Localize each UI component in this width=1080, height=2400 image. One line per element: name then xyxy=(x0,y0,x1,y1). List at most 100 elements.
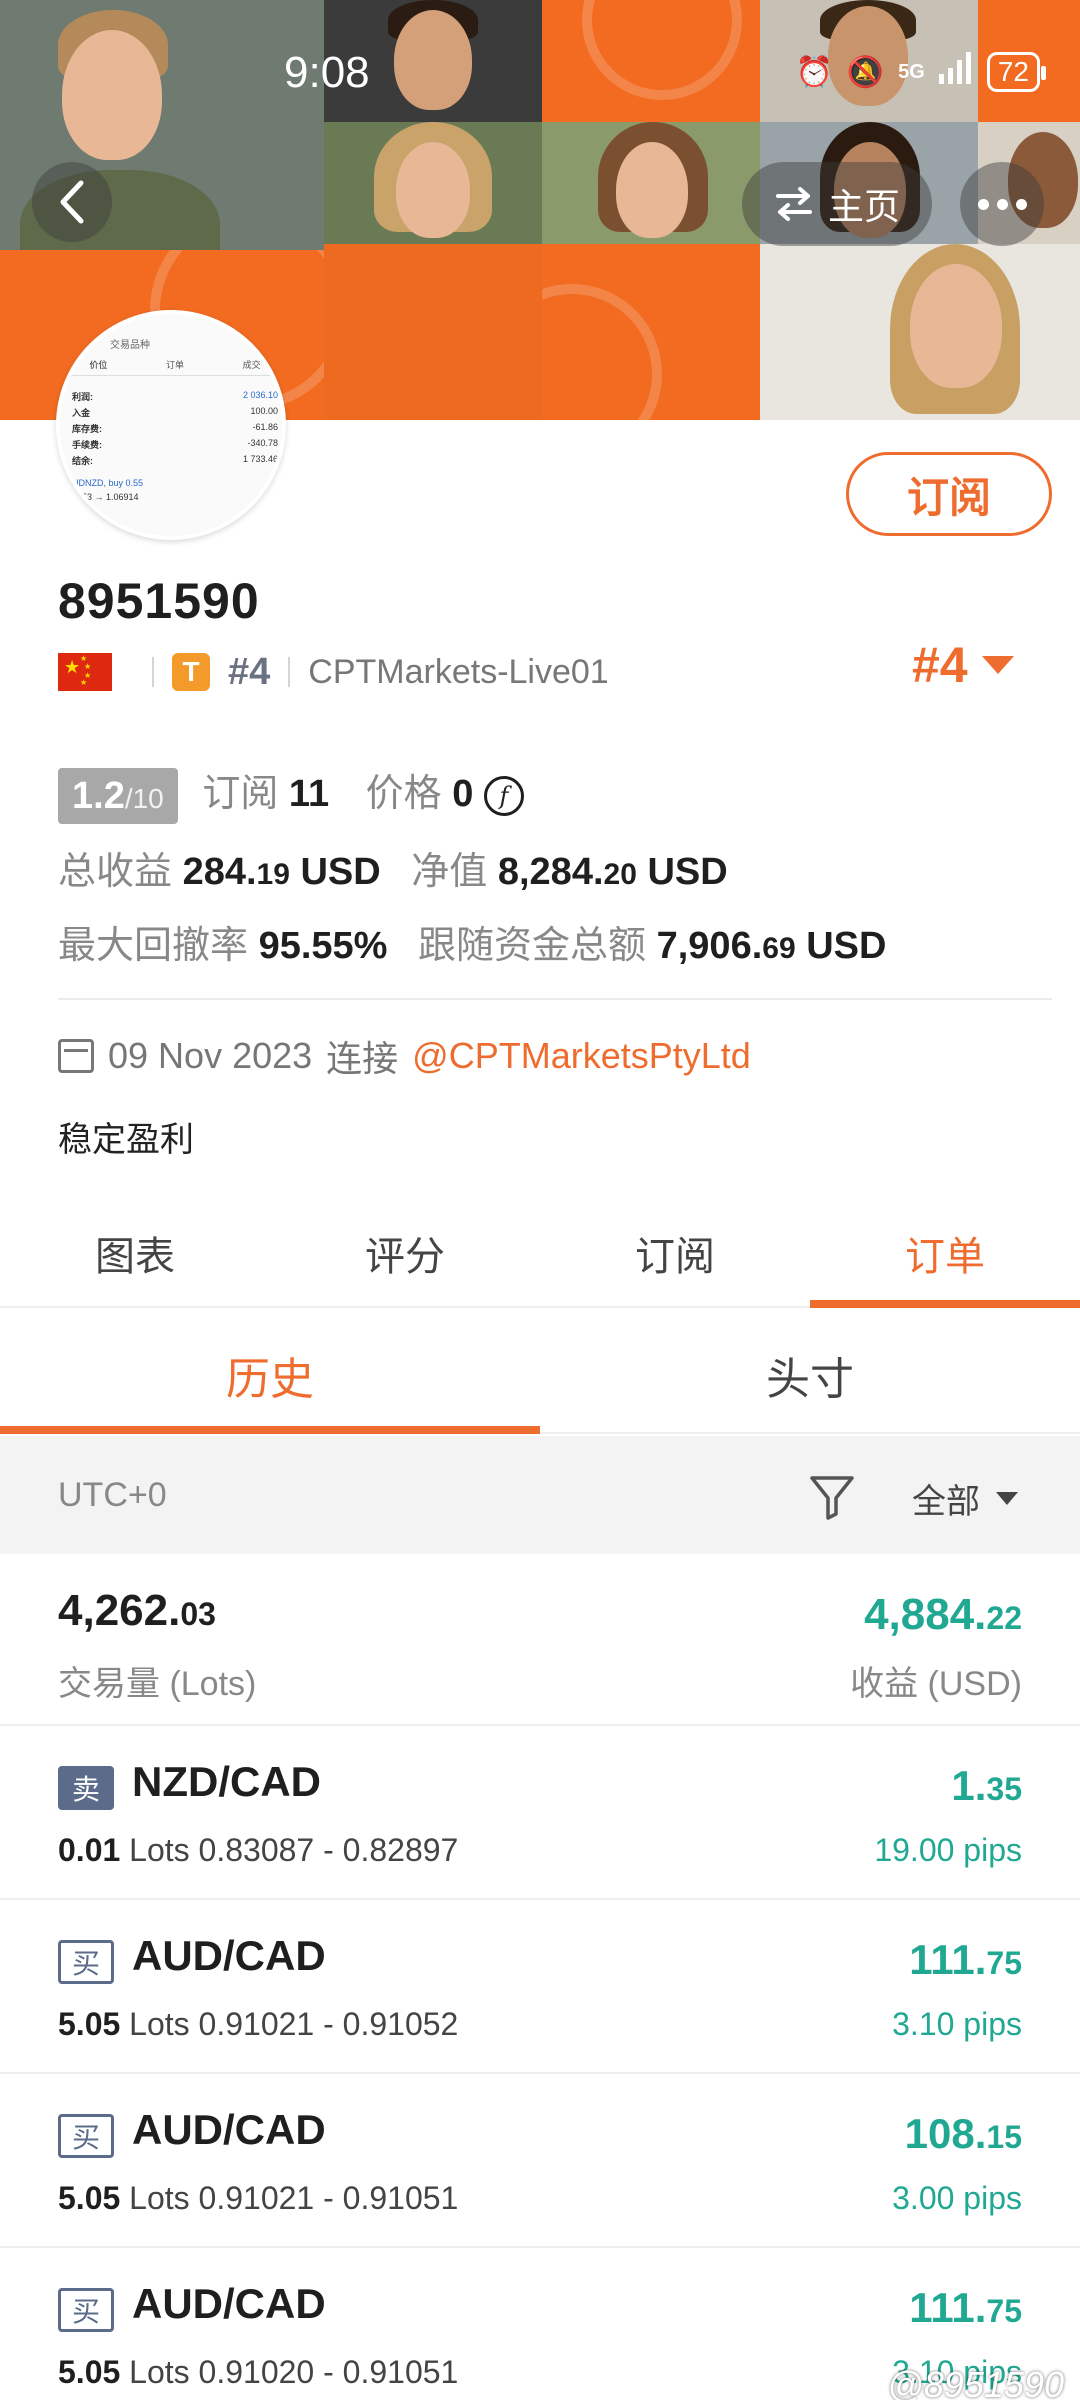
order-unit: Lots xyxy=(129,2006,190,2042)
order-row[interactable]: 买 AUD/CAD 5.05 Lots 0.91021 - 0.91051 10… xyxy=(0,2076,1080,2248)
buy-badge: 买 xyxy=(58,2114,114,2158)
avatar-trade-sub: 6553 → 1.06914 xyxy=(72,492,139,502)
more-options-button[interactable] xyxy=(960,162,1044,246)
china-flag-icon: ★ ★ ★ ★ ★ xyxy=(58,653,112,691)
order-detail: 5.05 Lots 0.91020 - 0.91051 xyxy=(58,2354,458,2391)
home-label: 主页 xyxy=(827,186,900,227)
filter-select-value: 全部 xyxy=(912,1483,980,1521)
banner-pattern xyxy=(542,244,760,420)
tab-orders[interactable]: 订单 xyxy=(810,1200,1080,1308)
avatar-row-label: 入金 xyxy=(72,408,91,418)
order-unit: Lots xyxy=(129,2180,190,2216)
order-profit-int: 108. xyxy=(904,2110,987,2157)
total-profit: 4,884.22 xyxy=(864,1590,1022,1640)
filter-bar: UTC+0 全部 xyxy=(0,1436,1080,1554)
buy-badge: 买 xyxy=(58,2288,114,2332)
rank-badge: #4 xyxy=(228,650,271,693)
caret-down-icon xyxy=(996,1492,1018,1505)
total-volume: 4,262.03 xyxy=(58,1586,216,1636)
banner-photo xyxy=(760,244,1080,420)
order-unit: Lots xyxy=(129,2354,190,2390)
banner-photo xyxy=(542,122,760,244)
avatar-screenshot: 交易品种 价位 订单 成交 利润: 2 036.10 入金 100.00 库存费: -… xyxy=(60,314,282,536)
tab-subscription[interactable]: 订阅 xyxy=(540,1200,810,1306)
subtab-history[interactable]: 历史 xyxy=(0,1318,540,1434)
tab-rating[interactable]: 评分 xyxy=(270,1200,540,1306)
order-lots: 5.05 xyxy=(58,2180,121,2216)
meta-separator xyxy=(288,657,291,687)
score-total: /10 xyxy=(124,782,164,814)
rank-dropdown[interactable]: #4 xyxy=(912,636,1014,694)
stats-line-profit: 总收益 284.19 USD 净值 8,284.20 USD xyxy=(58,840,728,895)
caret-down-icon xyxy=(981,656,1014,674)
net-int: 8,284. xyxy=(497,851,604,893)
tab-chart[interactable]: 图表 xyxy=(0,1200,270,1306)
battery-icon: 72 xyxy=(986,52,1047,92)
avatar-tab: 价位 xyxy=(89,360,108,370)
home-button[interactable]: 主页 xyxy=(742,162,932,246)
order-profit-int: 111. xyxy=(909,1936,987,1983)
meta-separator xyxy=(152,657,154,687)
order-symbol: NZD/CAD xyxy=(132,1758,321,1805)
total-volume-label: 交易量 (Lots) xyxy=(58,1665,257,1703)
total-volume-int: 4,262. xyxy=(58,1586,181,1635)
avatar-row-label: 库存费: xyxy=(72,424,102,434)
coin-icon: f xyxy=(483,775,524,816)
order-symbol: AUD/CAD xyxy=(132,1932,326,1979)
order-row[interactable]: 卖 NZD/CAD 0.01 Lots 0.83087 - 0.82897 1.… xyxy=(0,1728,1080,1900)
order-profit-int: 1. xyxy=(951,1762,987,1809)
total-profit-label: 总收益 xyxy=(58,851,173,893)
price-label: 价格 xyxy=(365,773,442,815)
order-profit: 111.75 xyxy=(909,2284,1022,2332)
total-profit-sum-int: 4,884. xyxy=(864,1590,987,1639)
order-prices: 0.83087 - 0.82897 xyxy=(198,1832,459,1868)
server-name: CPTMarkets-Live01 xyxy=(308,652,609,691)
filter-select[interactable]: 全部 xyxy=(912,1474,1018,1523)
total-profit-int: 284. xyxy=(182,851,257,893)
back-button[interactable] xyxy=(32,162,112,242)
currency: USD xyxy=(806,925,887,967)
subscribe-button[interactable]: 订阅 xyxy=(846,452,1052,536)
broker-link[interactable]: @CPTMarketsPtyLtd xyxy=(412,1035,751,1077)
avatar[interactable]: 交易品种 价位 订单 成交 利润: 2 036.10 入金 100.00 库存费: -… xyxy=(56,310,286,540)
account-id: 8951590 xyxy=(58,573,260,629)
order-prices: 0.91021 - 0.91052 xyxy=(198,2006,459,2042)
banner-pattern xyxy=(324,244,542,420)
avatar-row-label: 结余: xyxy=(72,456,93,466)
order-unit: Lots xyxy=(129,1832,190,1868)
order-lots: 5.05 xyxy=(58,2354,121,2390)
net-dec: 20 xyxy=(603,858,637,891)
score-value: 1.2 xyxy=(72,774,125,817)
sell-badge: 卖 xyxy=(58,1766,114,1810)
filter-icon[interactable] xyxy=(808,1474,856,1520)
order-detail: 0.01 Lots 0.83087 - 0.82897 xyxy=(58,1832,458,1869)
total-profit-dec: 19 xyxy=(256,858,290,891)
mute-icon: 🔕 xyxy=(846,55,885,89)
total-profit-sum-dec: 22 xyxy=(986,1600,1022,1636)
timezone-label: UTC+0 xyxy=(58,1476,167,1514)
avatar-trade-line: UDNZD, buy 0.55 xyxy=(72,478,144,488)
total-profit-label: 收益 (USD) xyxy=(850,1665,1022,1703)
order-symbol: AUD/CAD xyxy=(132,2280,326,2327)
connect-date: 09 Nov 2023 xyxy=(108,1035,313,1076)
total-volume-dec: 03 xyxy=(180,1596,216,1632)
network-label: 5G xyxy=(898,60,925,83)
follow-dec: 69 xyxy=(762,932,796,965)
status-icons: ⏰ 🔕 5G 72 xyxy=(795,52,1047,92)
order-lots: 5.05 xyxy=(58,2006,121,2042)
banner-photo xyxy=(324,122,542,244)
score-badge: 1.2/10 xyxy=(58,767,178,824)
subtab-positions[interactable]: 头寸 xyxy=(540,1318,1080,1432)
order-profit-dec: 35 xyxy=(986,1771,1022,1807)
order-pips: 3.10 pips xyxy=(892,2006,1022,2042)
order-profit-dec: 75 xyxy=(986,1945,1022,1981)
avatar-row-value: -61.86 xyxy=(252,422,278,432)
status-bar: 9:08 ⏰ 🔕 5G 72 xyxy=(0,40,1080,120)
order-row[interactable]: 买 AUD/CAD 5.05 Lots 0.91021 - 0.91052 11… xyxy=(0,1902,1080,2074)
drawdown-value: 95.55% xyxy=(258,925,388,967)
order-profit-int: 111. xyxy=(909,2284,987,2331)
trader-badge-icon: T xyxy=(172,653,210,691)
main-tabs: 图表 评分 订阅 订单 xyxy=(0,1200,1080,1308)
order-symbol: AUD/CAD xyxy=(132,2106,326,2153)
stats-line-score: 1.2/10 订阅 11 价格 0 f xyxy=(58,762,524,824)
